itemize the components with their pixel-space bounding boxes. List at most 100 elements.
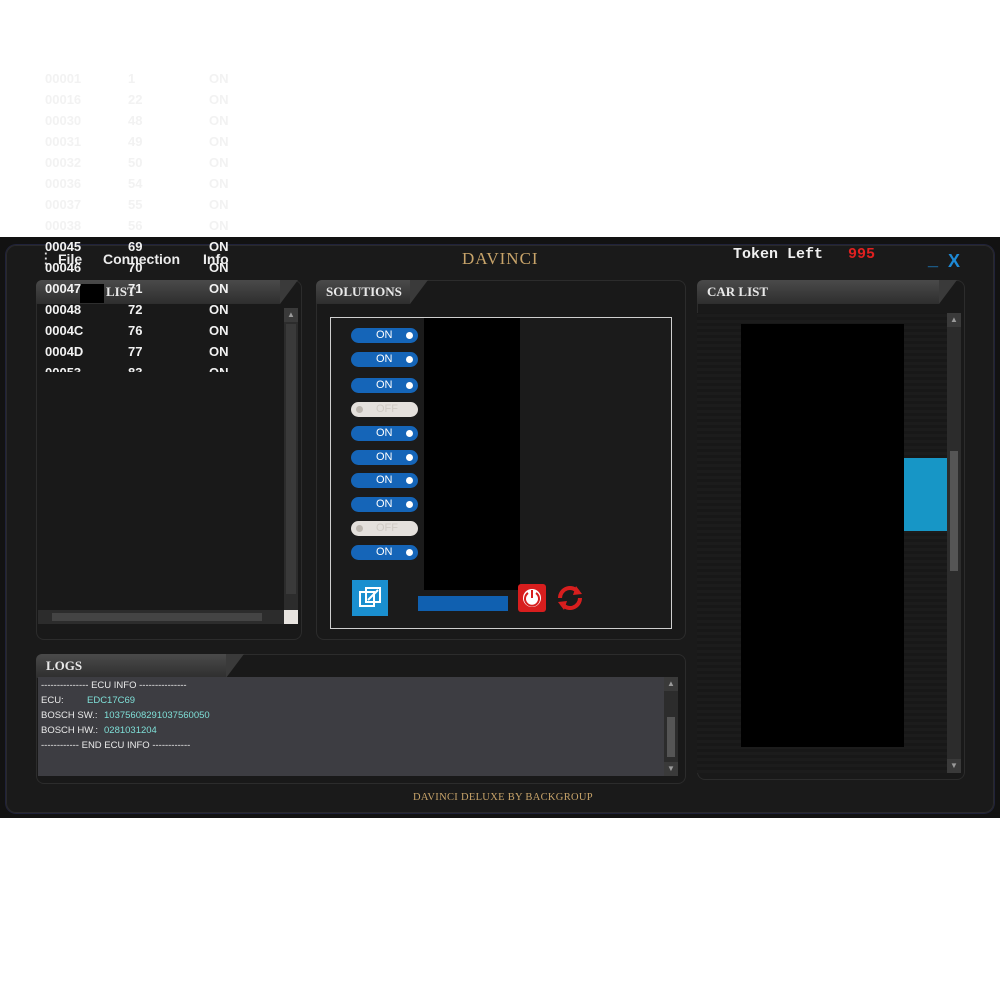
close-button[interactable]: X [948, 251, 960, 272]
list-item-num: 48 [128, 113, 143, 128]
list-item[interactable]: 00030 48 ON [36, 113, 282, 134]
solution-toggle[interactable]: ON [351, 328, 418, 343]
toggle-label: ON [376, 474, 393, 486]
list-item-state: ON [209, 365, 229, 372]
list-item[interactable]: 00047 71 ON [36, 281, 282, 302]
list-hscroll-thumb[interactable] [52, 613, 262, 621]
toggle-knob-icon [406, 430, 413, 437]
list-item[interactable]: 00053 83 ON [36, 365, 282, 372]
toggle-label: ON [376, 379, 393, 391]
log-hw-line: BOSCH HW.: 0281031204 [41, 725, 157, 736]
toggle-label: ON [376, 498, 393, 510]
list-item-state: ON [209, 260, 229, 275]
list-item-num: 83 [128, 365, 142, 372]
list-item-state: ON [209, 239, 229, 254]
car-list-scrollbar[interactable]: ▲ ▼ [947, 313, 961, 773]
toggle-knob-icon [406, 332, 413, 339]
toggle-label: OFF [376, 522, 398, 534]
toggle-knob-icon [406, 477, 413, 484]
toggle-label: ON [376, 451, 393, 463]
list-item[interactable]: 00038 56 ON [36, 218, 282, 239]
list-rows: 00001 1 ON 00016 22 ON 00030 48 ON 00031 49 ON 00032… [36, 70, 282, 372]
toggle-knob-icon [406, 501, 413, 508]
logs-output: --------------- ECU INFO ---------------… [38, 677, 678, 776]
list-item-id: 0004D [45, 344, 84, 359]
log-sw-label: BOSCH SW.: [41, 710, 98, 721]
list-item[interactable]: 00016 22 ON [36, 92, 282, 113]
progress-bar [418, 596, 508, 611]
list-item-state: ON [209, 197, 229, 212]
toggle-label: ON [376, 427, 393, 439]
list-item-num: 22 [128, 92, 143, 107]
list-item[interactable]: 00037 55 ON [36, 197, 282, 218]
solution-toggle[interactable]: ON [351, 426, 418, 441]
list-item-id: 00016 [45, 92, 82, 107]
solution-toggle[interactable]: OFF [351, 402, 418, 417]
list-item-id: 00053 [45, 365, 81, 372]
list-item-state: ON [209, 302, 229, 317]
token-value: 995 [848, 246, 876, 263]
list-scroll-thumb[interactable] [286, 324, 296, 594]
log-footer-line: ------------ END ECU INFO ------------ [41, 740, 191, 751]
solution-toggle[interactable]: ON [351, 545, 418, 560]
logs-scroll-down-icon[interactable]: ▼ [664, 762, 678, 776]
car-scroll-down-icon[interactable]: ▼ [947, 759, 961, 773]
list-item[interactable]: 0004C 76 ON [36, 323, 282, 344]
list-item-num: 70 [128, 260, 143, 275]
car-list-selected-item[interactable] [904, 458, 947, 531]
list-item-id: 00048 [45, 302, 82, 317]
log-sw-line: BOSCH SW.: 10375608291037560050 [41, 710, 210, 721]
scroll-up-icon[interactable]: ▲ [284, 308, 298, 322]
list-item-num: 69 [128, 239, 143, 254]
list-item[interactable]: 0004D 77 ON [36, 344, 282, 365]
list-item[interactable]: 00048 72 ON [36, 302, 282, 323]
solution-toggle[interactable]: ON [351, 352, 418, 367]
list-item-num: 1 [128, 71, 136, 86]
car-list-panel-title: CAR LIST [697, 280, 957, 304]
logs-panel-title: LOGS [36, 654, 244, 678]
list-item-num: 72 [128, 302, 143, 317]
log-sw-value: 10375608291037560050 [104, 710, 210, 721]
toggle-knob-icon [356, 406, 363, 413]
list-hscrollbar[interactable] [38, 610, 284, 624]
list-item[interactable]: 00001 1 ON [36, 71, 282, 92]
expand-button[interactable] [352, 580, 388, 616]
toggle-knob-icon [406, 356, 413, 363]
list-item-num: 50 [128, 155, 143, 170]
log-ecu-label: ECU: [41, 695, 64, 706]
list-item-num: 56 [128, 218, 143, 233]
list-item[interactable]: 00045 69 ON [36, 239, 282, 260]
list-item[interactable]: 00031 49 ON [36, 134, 282, 155]
solutions-panel-title: SOLUTIONS [316, 280, 428, 304]
list-item[interactable]: 00036 54 ON [36, 176, 282, 197]
toggle-knob-icon [356, 525, 363, 532]
list-item-id: 00001 [45, 71, 82, 86]
list-scrollbar[interactable]: ▲ [284, 308, 298, 610]
refresh-button[interactable] [554, 582, 586, 614]
power-button[interactable] [518, 584, 546, 612]
toggle-knob-icon [406, 549, 413, 556]
minimize-button[interactable]: _ [928, 249, 938, 270]
scroll-corner [284, 610, 298, 624]
list-item-num: 49 [128, 134, 143, 149]
app-title: DAVINCI [462, 249, 539, 268]
logs-scroll-thumb[interactable] [667, 717, 675, 757]
solution-toggle[interactable]: ON [351, 497, 418, 512]
list-item[interactable]: 00032 50 ON [36, 155, 282, 176]
logs-scroll-up-icon[interactable]: ▲ [664, 677, 678, 691]
logs-scrollbar[interactable]: ▲ ▼ [664, 677, 678, 776]
car-scroll-up-icon[interactable]: ▲ [947, 313, 961, 327]
list-item[interactable]: 00046 70 ON [36, 260, 282, 281]
list-item-num: 77 [128, 344, 143, 359]
solution-toggle[interactable]: ON [351, 378, 418, 393]
list-item-id: 00031 [45, 134, 82, 149]
toggle-label: OFF [376, 403, 398, 415]
solution-toggle[interactable]: ON [351, 473, 418, 488]
list-item-state: ON [209, 323, 229, 338]
list-item-id: 00037 [45, 197, 82, 212]
list-item-id: 00032 [45, 155, 82, 170]
list-item-state: ON [209, 344, 229, 359]
car-scroll-thumb[interactable] [950, 451, 958, 571]
solution-toggle[interactable]: ON [351, 450, 418, 465]
solution-toggle[interactable]: OFF [351, 521, 418, 536]
